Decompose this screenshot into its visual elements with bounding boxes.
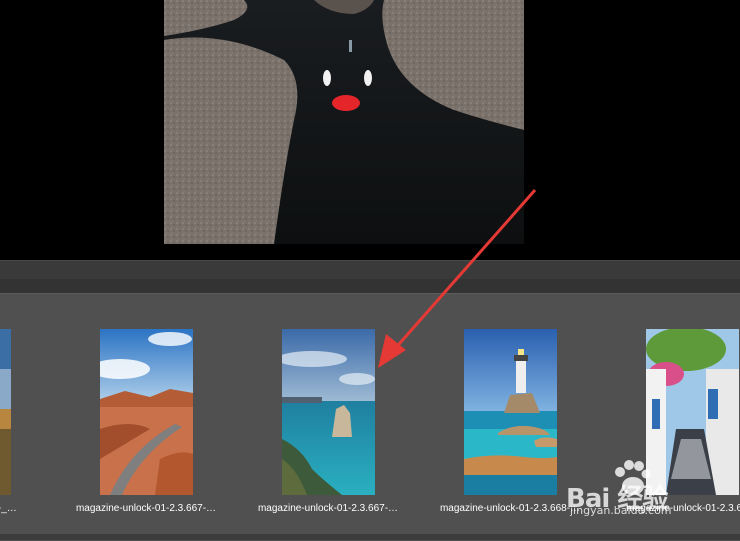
thumbnail-seascape-partial[interactable] [0,329,11,495]
watermark-url: jingyan.baidu.com [570,504,672,517]
panel-divider[interactable] [0,260,740,280]
preview-image [164,0,524,244]
thumbnail-sea-rock[interactable] [282,329,375,495]
filmstrip-header [0,279,740,293]
preview-photo [164,0,524,244]
baidu-watermark: Bai 经验 jingyan.baidu.com [566,460,736,520]
thumbnail-lighthouse[interactable] [464,329,557,495]
preview-stage [0,0,740,260]
thumbnail-label: magazine-unlock-01-2.3.667-… [75,503,217,514]
thumbnail-desert-canyon[interactable] [100,329,193,495]
status-bar [0,534,740,540]
thumbnail-label: magazine-unlock-01-2.3.667-… [257,503,399,514]
